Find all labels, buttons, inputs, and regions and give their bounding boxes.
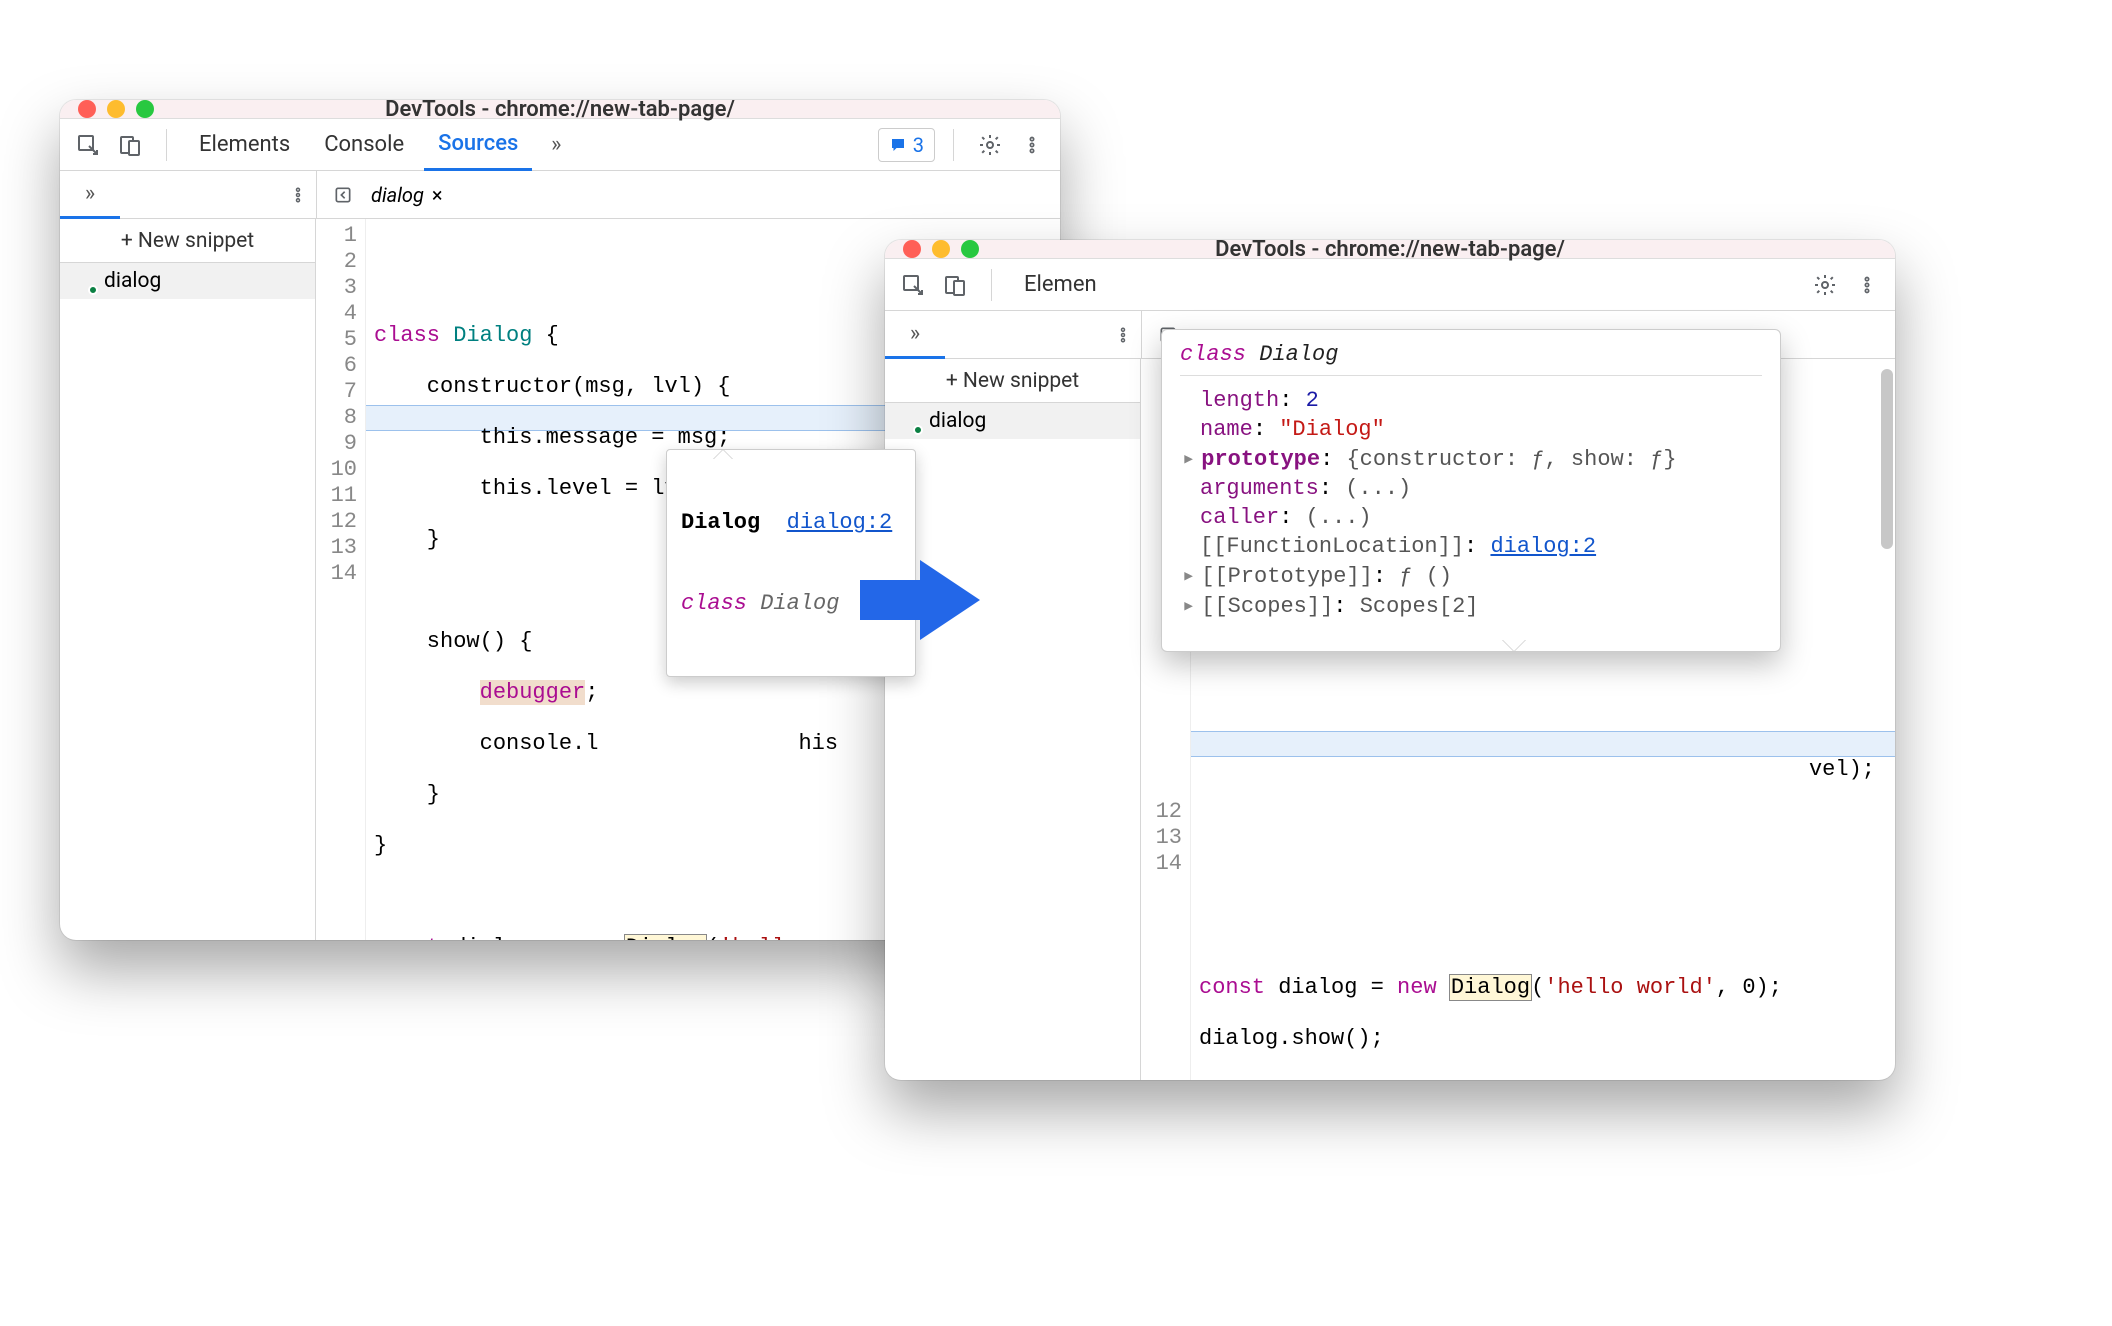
kebab-menu-icon[interactable] [1014, 127, 1050, 163]
new-snippet-button[interactable]: + New snippet [60, 219, 315, 263]
window-title: DevTools - chrome://new-tab-page/ [885, 240, 1895, 262]
execution-line-highlight [1191, 731, 1895, 757]
partial-code-line: vel); [1809, 757, 1875, 782]
transition-arrow-icon [860, 550, 980, 650]
settings-icon[interactable] [1807, 267, 1843, 303]
hover-token-dialog[interactable]: Dialog [625, 935, 706, 940]
scrollbar-thumb[interactable] [1881, 369, 1893, 549]
traffic-lights [78, 100, 154, 118]
titlebar: DevTools - chrome://new-tab-page/ [60, 100, 1060, 119]
tab-elements[interactable]: Elements [185, 119, 304, 171]
minimize-window-button[interactable] [107, 100, 125, 118]
devtools-window-1: DevTools - chrome://new-tab-page/ Elemen… [60, 100, 1060, 940]
navigator-kebab-icon[interactable] [280, 177, 316, 213]
hover-popover-expanded: class Dialog length: 2 name: "Dialog" pr… [1161, 329, 1781, 652]
editor-filebar: dialog × [316, 171, 1060, 219]
sources-subbar: » dialog × [60, 171, 1060, 219]
popover-prototype-row[interactable]: prototype: {constructor: ƒ, show: ƒ} [1180, 444, 1762, 474]
more-tabs-icon[interactable]: » [538, 127, 574, 163]
device-mode-icon[interactable] [112, 127, 148, 163]
settings-icon[interactable] [972, 127, 1008, 163]
minimize-window-button[interactable] [932, 240, 950, 258]
kebab-menu-icon[interactable] [1849, 267, 1885, 303]
hover-token-dialog[interactable]: Dialog [1450, 975, 1531, 1000]
code-editor: 12 13 14 vel); const dialog = new Dialog… [1141, 359, 1895, 1080]
snippets-sidebar: + New snippet dialog [60, 219, 316, 940]
file-tab-label: dialog [371, 183, 424, 207]
tooltip-link[interactable]: dialog:2 [787, 510, 893, 535]
inspect-icon[interactable] [70, 127, 106, 163]
navigator-kebab-icon[interactable] [1105, 317, 1141, 353]
close-window-button[interactable] [903, 240, 921, 258]
window-title: DevTools - chrome://new-tab-page/ [60, 100, 1060, 122]
maximize-window-button[interactable] [961, 240, 979, 258]
issues-count: 3 [913, 133, 924, 157]
snippet-item-dialog[interactable]: dialog [60, 263, 315, 299]
tab-sources[interactable]: Sources [424, 119, 532, 171]
popover-proto-chain-row[interactable]: [[Prototype]]: ƒ () [1180, 561, 1762, 591]
close-tab-icon[interactable]: × [432, 183, 443, 207]
snippet-file-icon [72, 269, 96, 293]
line-gutter: 1234567891011121314 [316, 219, 366, 940]
function-location-link[interactable]: dialog:2 [1490, 534, 1596, 559]
devtools-toolbar: Elements Console Sources » 3 [60, 119, 1060, 171]
issues-badge[interactable]: 3 [878, 128, 935, 162]
snippet-label: dialog [104, 269, 161, 293]
navigator-more-icon[interactable]: » [60, 171, 120, 219]
code-area[interactable]: 12 13 14 vel); const dialog = new Dialog… [1141, 359, 1895, 1080]
traffic-lights [903, 240, 979, 258]
tooltip-name: Dialog [681, 510, 760, 535]
titlebar: DevTools - chrome://new-tab-page/ [885, 240, 1895, 259]
close-window-button[interactable] [78, 100, 96, 118]
file-tab-dialog[interactable]: dialog × [361, 171, 453, 219]
tab-console[interactable]: Console [310, 119, 418, 171]
popover-scopes-row[interactable]: [[Scopes]]: Scopes[2] [1180, 591, 1762, 621]
maximize-window-button[interactable] [136, 100, 154, 118]
history-back-icon[interactable] [325, 177, 361, 213]
